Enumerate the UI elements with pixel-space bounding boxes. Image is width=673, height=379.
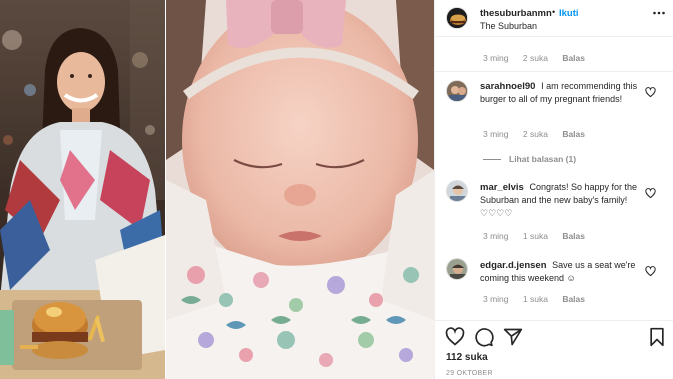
post-date: 29 OKTOBER [446,370,493,377]
caption-time[interactable]: 3 ming [483,53,509,63]
heart-icon[interactable] [645,264,656,277]
paper-plane-icon[interactable] [503,327,523,347]
comment-reply-button[interactable]: Balas [562,231,585,241]
comment-meta: 3 ming 1 suka Balas [483,231,597,241]
comment-username[interactable]: mar_elvis [480,182,526,193]
comment-meta: 3 ming 1 suka Balas [483,294,597,304]
avatar[interactable] [446,258,468,280]
comment-time[interactable]: 3 ming [483,129,509,139]
heart-icon[interactable] [645,186,656,199]
comment-likes[interactable]: 2 suka [523,129,548,139]
avatar[interactable] [446,180,468,202]
avatar[interactable] [446,80,468,102]
photo-woman-with-burger [0,0,165,379]
post-author-avatar[interactable] [446,7,468,29]
likes-count[interactable]: 112 suka [446,352,488,363]
more-horizontal-icon[interactable] [652,6,666,20]
view-replies-line [483,159,501,161]
view-replies-label: Lihat balasan (1) [509,154,577,164]
comment-reply-button[interactable]: Balas [562,129,585,139]
separator-dot: • [552,7,556,17]
comment-reply-button[interactable]: Balas [562,294,585,304]
caption-meta: 3 ming 2 suka Balas [483,53,597,63]
view-replies-button[interactable]: Lihat balasan (1) [483,154,576,164]
post-side-panel: thesuburbanmn • Ikuti The Suburban 3 min… [434,0,673,379]
bookmark-icon[interactable] [647,327,667,347]
comment-time[interactable]: 3 ming [483,231,509,241]
photo-sleeping-baby [166,0,434,379]
follow-button[interactable]: Ikuti [559,8,579,19]
post-header: thesuburbanmn • Ikuti The Suburban [435,0,673,36]
comment-username[interactable]: sarahnoel90 [480,81,538,92]
caption-divider [435,71,673,72]
caption-reply-button[interactable]: Balas [562,53,585,63]
post-location[interactable]: The Suburban [480,21,537,31]
comment-text: mar_elvis Congrats! So happy for the Sub… [480,181,640,220]
post-author-username[interactable]: thesuburbanmn [480,8,552,19]
comment-likes[interactable]: 1 suka [523,231,548,241]
header-divider [435,36,673,37]
actions-divider [435,320,673,321]
comment-likes[interactable]: 1 suka [523,294,548,304]
comment-text: edgar.d.jensen Save us a seat we're comi… [480,259,640,285]
comment-meta: 3 ming 2 suka Balas [483,129,597,139]
heart-icon[interactable] [445,327,465,347]
comment-text: sarahnoel90 I am recommending this burge… [480,80,640,106]
comment-username[interactable]: edgar.d.jensen [480,260,549,271]
caption-likes[interactable]: 2 suka [523,53,548,63]
comment-time[interactable]: 3 ming [483,294,509,304]
comment-icon[interactable] [474,327,494,347]
heart-icon[interactable] [645,85,656,98]
